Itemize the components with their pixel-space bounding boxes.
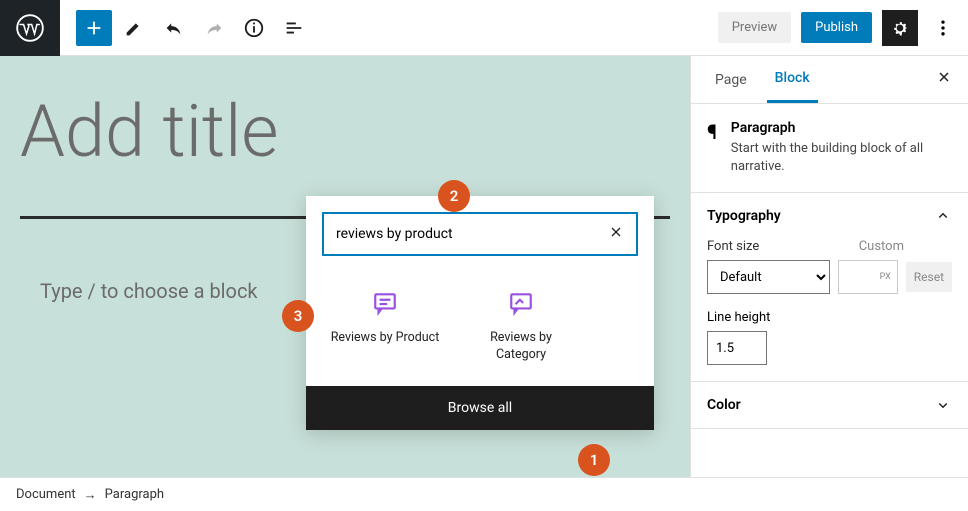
- custom-label: Custom: [859, 239, 904, 254]
- list-icon: [283, 17, 305, 39]
- annotation-2: 2: [438, 180, 470, 212]
- paragraph-icon: ¶: [707, 120, 717, 176]
- pencil-icon: [123, 17, 145, 39]
- outline-button[interactable]: [276, 10, 312, 46]
- custom-size-input[interactable]: PX: [838, 260, 898, 294]
- typography-panel: Typography Font size Custom Default PX R…: [691, 193, 968, 382]
- editor-canvas[interactable]: Add title Type / to choose a block Revie…: [0, 56, 690, 477]
- close-icon: [608, 224, 624, 240]
- inserter-search-wrap: [322, 212, 638, 256]
- kebab-icon: [933, 18, 953, 38]
- edit-mode-button[interactable]: [116, 10, 152, 46]
- reviews-category-icon: [508, 290, 534, 316]
- line-height-input[interactable]: 1.5: [707, 331, 767, 365]
- toolbar-left: [60, 10, 312, 46]
- block-option-reviews-by-product[interactable]: Reviews by Product: [330, 290, 440, 364]
- block-description: ¶ Paragraph Start with the building bloc…: [691, 104, 968, 193]
- inserter-search-input[interactable]: [336, 226, 608, 242]
- font-size-label: Font size: [707, 239, 847, 254]
- chevron-up-icon: [934, 207, 952, 225]
- clear-search-button[interactable]: [608, 224, 624, 245]
- tab-block[interactable]: Block: [767, 56, 818, 103]
- settings-sidebar: Page Block ¶ Paragraph Start with the bu…: [690, 56, 968, 477]
- plus-icon: [83, 17, 105, 39]
- reset-button[interactable]: Reset: [906, 262, 952, 292]
- inserter-results: Reviews by Product Reviews by Category: [306, 272, 654, 386]
- preview-button[interactable]: Preview: [718, 12, 791, 43]
- redo-button[interactable]: [196, 10, 232, 46]
- breadcrumb-sep: →: [84, 487, 97, 503]
- publish-button[interactable]: Publish: [801, 12, 872, 43]
- block-option-reviews-by-category[interactable]: Reviews by Category: [466, 290, 576, 364]
- block-name: Paragraph: [731, 120, 952, 136]
- close-icon: [936, 69, 952, 85]
- block-option-label: Reviews by Product: [330, 330, 440, 347]
- undo-icon: [163, 17, 185, 39]
- gear-icon: [890, 18, 910, 38]
- breadcrumb-leaf[interactable]: Paragraph: [105, 487, 164, 502]
- annotation-3: 3: [282, 300, 314, 332]
- chevron-down-icon: [934, 396, 952, 414]
- block-desc-text: Start with the building block of all nar…: [731, 140, 952, 176]
- wordpress-logo[interactable]: [0, 0, 60, 56]
- color-heading: Color: [707, 397, 741, 413]
- typography-panel-toggle[interactable]: Typography: [691, 193, 968, 239]
- tab-page[interactable]: Page: [707, 58, 755, 102]
- sidebar-tabs: Page Block: [691, 56, 968, 104]
- editor-main: Add title Type / to choose a block Revie…: [0, 56, 968, 477]
- color-panel-toggle[interactable]: Color: [691, 382, 968, 428]
- wordpress-icon: [16, 14, 44, 42]
- info-button[interactable]: [236, 10, 272, 46]
- close-sidebar-button[interactable]: [936, 69, 952, 90]
- block-option-label: Reviews by Category: [466, 330, 576, 364]
- annotation-1: 1: [578, 444, 610, 476]
- browse-all-button[interactable]: Browse all: [306, 386, 654, 430]
- color-panel: Color: [691, 382, 968, 429]
- more-menu-button[interactable]: [928, 18, 958, 38]
- undo-button[interactable]: [156, 10, 192, 46]
- font-size-select[interactable]: Default: [707, 260, 830, 294]
- redo-icon: [203, 17, 225, 39]
- info-icon: [243, 17, 265, 39]
- reviews-product-icon: [372, 290, 398, 316]
- block-inserter-popup: Reviews by Product Reviews by Category B…: [306, 196, 654, 430]
- paragraph-placeholder: Type / to choose a block: [40, 279, 258, 303]
- toolbar-right: Preview Publish: [718, 10, 968, 46]
- settings-button[interactable]: [882, 10, 918, 46]
- breadcrumb-root[interactable]: Document: [16, 487, 76, 502]
- typography-panel-body: Font size Custom Default PX Reset Line h…: [691, 239, 968, 381]
- typography-heading: Typography: [707, 208, 781, 224]
- add-block-button[interactable]: [76, 10, 112, 46]
- post-title-input[interactable]: Add title: [20, 96, 670, 168]
- line-height-label: Line height: [707, 310, 952, 325]
- editor-topbar: Preview Publish: [0, 0, 968, 56]
- breadcrumb: Document → Paragraph: [0, 477, 968, 511]
